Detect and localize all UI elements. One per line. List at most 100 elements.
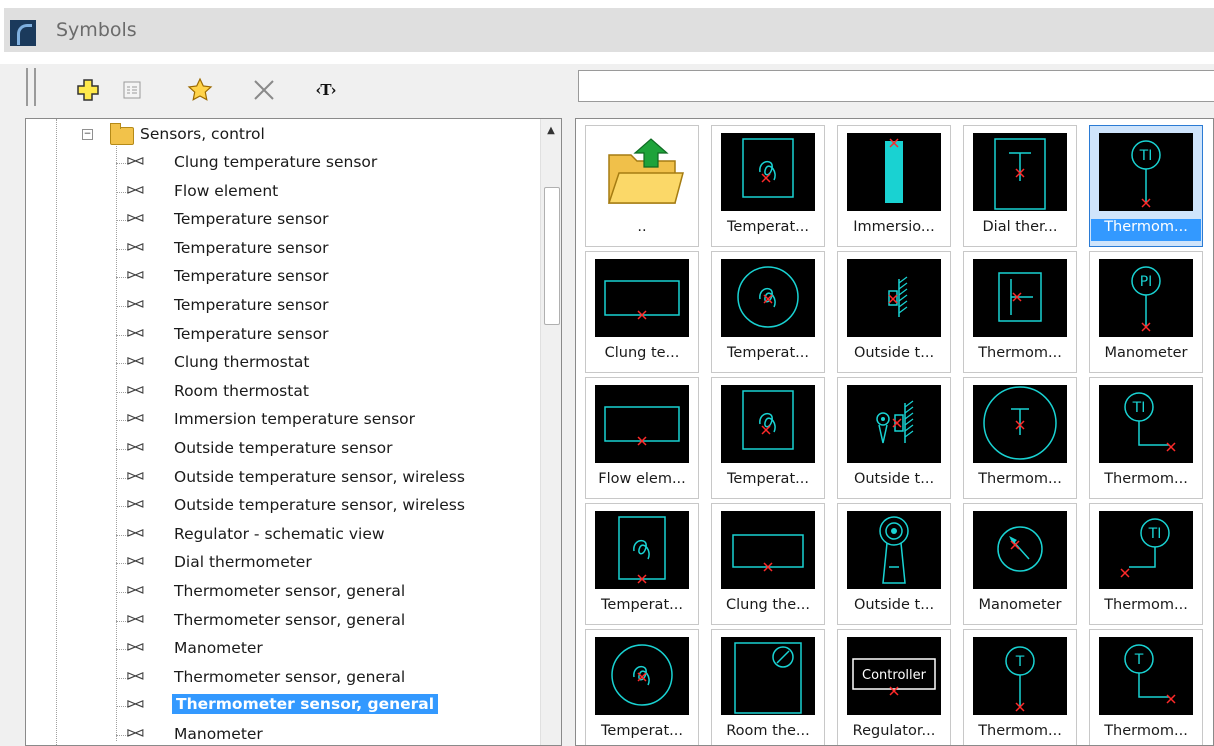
symbol-tile[interactable]: Dial ther... bbox=[963, 125, 1077, 247]
tree-item[interactable]: ⊳⊲ Clung temperature sensor bbox=[26, 149, 526, 177]
symbol-tile[interactable]: TI Thermom... bbox=[1089, 503, 1203, 625]
tile-caption: Room the... bbox=[726, 723, 810, 739]
symbol-tree[interactable]: − Sensors, control ⊳⊲ Clung temperature s… bbox=[25, 118, 562, 746]
tree-item-label: Temperature sensor bbox=[174, 210, 329, 229]
tree-scrollbar[interactable]: ▲ bbox=[540, 119, 561, 745]
symbol-tile[interactable]: Temperat... bbox=[711, 251, 825, 373]
add-symbol-button[interactable] bbox=[74, 76, 102, 104]
symbol-tile[interactable]: TI Thermom... bbox=[1089, 125, 1203, 247]
symbol-preview bbox=[721, 133, 815, 211]
tree-item[interactable]: ⊳⊲ Temperature sensor bbox=[26, 263, 526, 291]
tree-item-label: Room thermostat bbox=[174, 381, 309, 400]
symbol-tile[interactable]: Outside t... bbox=[837, 503, 951, 625]
symbol-tile[interactable]: Temperat... bbox=[711, 125, 825, 247]
symbol-tile[interactable]: Temperat... bbox=[585, 629, 699, 745]
symbol-preview bbox=[847, 259, 941, 337]
symbol-tile[interactable]: Flow elem... bbox=[585, 377, 699, 499]
symbol-tile[interactable]: Thermom... bbox=[963, 251, 1077, 373]
symbol-preview: TI bbox=[1099, 511, 1193, 589]
symbol-tile[interactable]: Thermom... bbox=[963, 377, 1077, 499]
symbol-preview bbox=[595, 637, 689, 715]
tree-item[interactable]: ⊳⊲ Temperature sensor bbox=[26, 235, 526, 263]
symbol-preview bbox=[847, 511, 941, 589]
symbol-tile[interactable]: T Thermom... bbox=[963, 629, 1077, 745]
symbol-preview: T bbox=[1099, 637, 1193, 715]
tree-item[interactable]: ⊳⊲ Outside temperature sensor bbox=[26, 435, 526, 463]
symbol-preview bbox=[973, 385, 1067, 463]
properties-button[interactable] bbox=[118, 76, 146, 104]
tile-caption: Temperat... bbox=[727, 471, 809, 487]
tile-caption: Flow elem... bbox=[598, 471, 686, 487]
tree-item[interactable]: ⊳⊲ Immersion temperature sensor bbox=[26, 406, 526, 434]
delete-button[interactable] bbox=[250, 76, 278, 104]
svg-text:TI: TI bbox=[1132, 400, 1146, 416]
symbol-item-icon: ⊳⊲ bbox=[126, 411, 145, 427]
folder-up-icon bbox=[595, 133, 689, 211]
tree-item[interactable]: ⊳⊲ Temperature sensor bbox=[26, 321, 526, 349]
tree-item-label: Temperature sensor bbox=[174, 238, 329, 257]
tree-item-label: Thermometer sensor, general bbox=[174, 610, 406, 629]
parent-folder-tile[interactable]: .. bbox=[585, 125, 699, 247]
symbol-preview bbox=[973, 259, 1067, 337]
scroll-up-icon[interactable]: ▲ bbox=[543, 123, 559, 139]
tree-item-label: Thermometer sensor, general bbox=[172, 694, 439, 715]
toolbar-grip[interactable] bbox=[26, 68, 36, 106]
tree-item[interactable]: ⊳⊲ Regulator - schematic view bbox=[26, 521, 526, 549]
search-input[interactable] bbox=[578, 70, 1214, 102]
tree-item[interactable]: ⊳⊲ Thermometer sensor, general bbox=[26, 664, 526, 692]
tile-caption: Dial ther... bbox=[982, 219, 1058, 235]
tile-caption: Outside t... bbox=[853, 471, 935, 487]
symbol-tile[interactable]: Immersio... bbox=[837, 125, 951, 247]
tree-item-label: Manometer bbox=[174, 725, 263, 743]
symbol-preview bbox=[595, 511, 689, 589]
tree-item[interactable]: ⊳⊲ Dial thermometer bbox=[26, 549, 526, 577]
properties-icon bbox=[123, 81, 141, 99]
symbol-grid: .. Temperat... Immersio... Dial ther... TI Th… bbox=[575, 118, 1214, 746]
symbol-item-icon: ⊳⊲ bbox=[126, 325, 145, 341]
tree-item[interactable]: ⊳⊲ Flow element bbox=[26, 178, 526, 206]
symbol-tile[interactable]: Temperat... bbox=[711, 377, 825, 499]
tree-item[interactable]: ⊳⊲ Clung thermostat bbox=[26, 349, 526, 377]
text-button[interactable]: ‹T› bbox=[312, 76, 340, 104]
symbol-tile[interactable]: Room the... bbox=[711, 629, 825, 745]
folder-icon bbox=[110, 123, 134, 145]
tree-item[interactable]: ⊳⊲ Temperature sensor bbox=[26, 292, 526, 320]
tree-item[interactable]: ⊳⊲ Outside temperature sensor, wireless bbox=[26, 492, 526, 520]
symbol-tile[interactable]: Controller Regulator... bbox=[837, 629, 951, 745]
tile-caption: Thermom... bbox=[978, 723, 1062, 739]
symbol-tile[interactable]: T Thermom... bbox=[1089, 629, 1203, 745]
tree-item[interactable]: ⊳⊲ Outside temperature sensor, wireless bbox=[26, 464, 526, 492]
symbol-tile[interactable]: Clung the... bbox=[711, 503, 825, 625]
tree-item[interactable]: ⊳⊲ Manometer bbox=[26, 635, 526, 663]
symbol-tile[interactable]: Outside t... bbox=[837, 251, 951, 373]
scroll-thumb[interactable] bbox=[544, 187, 560, 325]
tree-node-sensors-control[interactable]: − Sensors, control bbox=[26, 121, 526, 149]
symbol-tile[interactable]: TI Thermom... bbox=[1089, 377, 1203, 499]
symbol-tile[interactable]: Temperat... bbox=[585, 503, 699, 625]
tile-caption: Temperat... bbox=[601, 723, 683, 739]
tree-item[interactable]: ⊳⊲ Temperature sensor bbox=[26, 206, 526, 234]
tree-item[interactable]: ⊳⊲ Thermometer sensor, general bbox=[26, 607, 526, 635]
symbol-preview bbox=[721, 385, 815, 463]
tree-item-label: Immersion temperature sensor bbox=[174, 410, 416, 429]
tree-item-label: Dial thermometer bbox=[174, 553, 312, 572]
symbol-tile[interactable]: Manometer bbox=[963, 503, 1077, 625]
tree-item[interactable]: ⊳⊲ Thermometer sensor, general bbox=[26, 692, 526, 720]
tree-item[interactable]: ⊳⊲ Manometer bbox=[26, 721, 526, 745]
symbol-tile[interactable]: PI Manometer bbox=[1089, 251, 1203, 373]
favorite-button[interactable] bbox=[186, 76, 214, 104]
tree-item[interactable]: ⊳⊲ Room thermostat bbox=[26, 378, 526, 406]
symbol-item-icon: ⊳⊲ bbox=[126, 239, 145, 255]
symbol-tile[interactable]: Clung te... bbox=[585, 251, 699, 373]
symbol-tile[interactable]: Outside t... bbox=[837, 377, 951, 499]
symbol-preview: TI bbox=[1099, 385, 1193, 463]
symbol-item-icon: ⊳⊲ bbox=[126, 697, 145, 713]
tree-item-label: Thermometer sensor, general bbox=[174, 582, 406, 600]
tree-item[interactable]: ⊳⊲ Thermometer sensor, general bbox=[26, 578, 526, 606]
collapse-icon[interactable]: − bbox=[82, 129, 93, 140]
svg-text:TI: TI bbox=[1148, 526, 1162, 542]
tile-caption: Clung te... bbox=[604, 345, 680, 361]
tree-item-label: Manometer bbox=[174, 639, 263, 658]
tile-caption: Thermom... bbox=[1104, 597, 1188, 613]
tree-item-label: Outside temperature sensor, wireless bbox=[174, 496, 465, 515]
